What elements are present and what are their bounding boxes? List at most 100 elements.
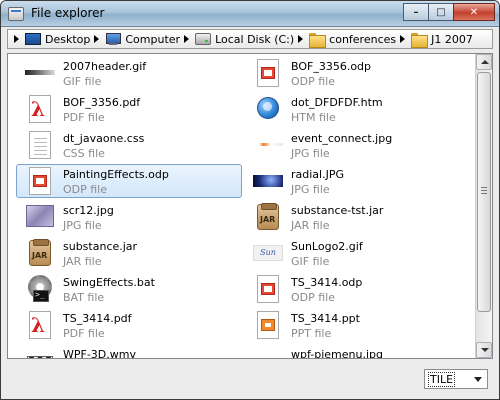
desktop-icon bbox=[25, 33, 41, 45]
file-type: JPG file bbox=[291, 183, 330, 196]
file-name: TS_3414.pdf bbox=[63, 312, 132, 325]
file-tile[interactable]: λ TS_3414.pdf PDF file bbox=[16, 308, 242, 342]
breadcrumb-separator-arrow[interactable] bbox=[94, 35, 100, 43]
file-name: radial.JPG bbox=[291, 168, 344, 181]
file-tile[interactable]: WPF-3D.wmv bbox=[16, 344, 242, 358]
minimize-button[interactable]: – bbox=[403, 3, 429, 21]
file-tile[interactable]: TS_3414.odp ODP file bbox=[244, 272, 470, 306]
ppt-icon bbox=[253, 310, 283, 340]
file-name: BOF_3356.pdf bbox=[63, 96, 141, 109]
scroll-down-button[interactable] bbox=[476, 342, 492, 358]
file-name: event_connect.jpg bbox=[291, 132, 393, 145]
odp-icon bbox=[25, 166, 55, 196]
file-grid: 2007header.gif GIF file BOF_3356.odp ODP… bbox=[8, 54, 476, 358]
folder-icon bbox=[309, 32, 327, 48]
file-tile[interactable]: radial.JPG JPG file bbox=[244, 164, 470, 198]
file-list-panel: 2007header.gif GIF file BOF_3356.odp ODP… bbox=[7, 53, 493, 359]
file-type: PPT file bbox=[291, 327, 332, 340]
pdf-icon: λ bbox=[25, 94, 55, 124]
file-tile[interactable]: dt_javaone.css CSS file bbox=[16, 128, 242, 162]
file-type: ODP file bbox=[63, 183, 108, 196]
jar-icon: JAR bbox=[253, 202, 283, 232]
file-type: GIF file bbox=[291, 255, 330, 268]
file-name: TS_3414.odp bbox=[291, 276, 363, 289]
disk-icon bbox=[195, 33, 212, 45]
window-title: File explorer bbox=[31, 6, 105, 20]
jpg-thumbnail-icon bbox=[253, 346, 283, 358]
breadcrumb-label: Local Disk (C:) bbox=[215, 32, 295, 46]
file-tile[interactable]: TS_3414.ppt PPT file bbox=[244, 308, 470, 342]
breadcrumb-computer[interactable]: Computer bbox=[105, 30, 180, 48]
file-tile[interactable]: event_connect.jpg JPG file bbox=[244, 128, 470, 162]
breadcrumb-separator-arrow[interactable] bbox=[298, 35, 304, 43]
breadcrumb-conferences[interactable]: conferences bbox=[309, 30, 396, 48]
file-name: 2007header.gif bbox=[63, 60, 147, 73]
file-name: substance-tst.jar bbox=[291, 204, 384, 217]
scroll-up-button[interactable] bbox=[476, 54, 492, 70]
file-type: HTM file bbox=[291, 111, 336, 124]
file-tile[interactable]: Sun SunLogo2.gif GIF file bbox=[244, 236, 470, 270]
file-type: JAR file bbox=[291, 219, 330, 232]
breadcrumb-separator-arrow[interactable] bbox=[400, 35, 406, 43]
file-type: JPG file bbox=[63, 219, 102, 232]
breadcrumb-separator-arrow[interactable] bbox=[184, 35, 190, 43]
maximize-button[interactable]: □ bbox=[428, 3, 454, 21]
gif-thumbnail-icon: Sun bbox=[253, 238, 283, 268]
wmv-icon bbox=[25, 346, 55, 358]
pdf-icon: λ bbox=[25, 310, 55, 340]
file-tile[interactable]: SwingEffects.bat BAT file bbox=[16, 272, 242, 306]
breadcrumb-local-disk[interactable]: Local Disk (C:) bbox=[195, 30, 294, 48]
view-mode-label: TILE bbox=[428, 371, 456, 387]
file-tile[interactable]: wpf-piemenu.jpg bbox=[244, 344, 470, 359]
jpg-thumbnail-icon bbox=[25, 202, 55, 232]
file-tile[interactable]: JAR substance-tst.jar JAR file bbox=[244, 200, 470, 234]
file-tile[interactable]: dot_DFDFDF.htm HTM file bbox=[244, 92, 470, 126]
chevron-down-icon[interactable] bbox=[469, 370, 487, 388]
gif-thumbnail-icon bbox=[25, 58, 55, 88]
app-window-icon bbox=[8, 7, 24, 21]
file-name: wpf-piemenu.jpg bbox=[291, 348, 383, 359]
file-type: GIF file bbox=[63, 75, 102, 88]
view-mode-value: TILE bbox=[425, 371, 469, 387]
bat-gear-icon bbox=[25, 274, 55, 304]
breadcrumb-root-arrow[interactable] bbox=[14, 35, 19, 43]
computer-icon bbox=[105, 32, 122, 46]
file-tile[interactable]: 2007header.gif GIF file bbox=[16, 56, 242, 90]
file-type: ODP file bbox=[291, 75, 336, 88]
jpg-thumbnail-icon bbox=[253, 130, 283, 160]
file-name: TS_3414.ppt bbox=[291, 312, 360, 325]
css-icon bbox=[25, 130, 55, 160]
file-explorer-window: File explorer – □ ✕ Desktop Computer Loc… bbox=[0, 0, 500, 400]
file-name: BOF_3356.odp bbox=[291, 60, 372, 73]
file-type: ODP file bbox=[291, 291, 336, 304]
file-type: PDF file bbox=[63, 111, 105, 124]
file-name: scr12.jpg bbox=[63, 204, 114, 217]
vertical-scrollbar[interactable] bbox=[475, 54, 492, 358]
view-mode-select[interactable]: TILE bbox=[424, 369, 488, 389]
breadcrumb: Desktop Computer Local Disk (C:) confere… bbox=[7, 29, 493, 49]
breadcrumb-j1-2007[interactable]: J1 2007 bbox=[411, 30, 473, 48]
scrollbar-thumb[interactable] bbox=[477, 72, 491, 312]
odp-icon bbox=[253, 274, 283, 304]
breadcrumb-desktop[interactable]: Desktop bbox=[25, 30, 90, 48]
breadcrumb-label: Desktop bbox=[45, 32, 91, 46]
file-type: PDF file bbox=[63, 327, 105, 340]
file-name: PaintingEffects.odp bbox=[63, 168, 169, 181]
file-name: dt_javaone.css bbox=[63, 132, 145, 145]
close-button[interactable]: ✕ bbox=[453, 3, 495, 21]
window-controls: – □ ✕ bbox=[403, 3, 495, 21]
file-tile[interactable]: scr12.jpg JPG file bbox=[16, 200, 242, 234]
file-type: CSS file bbox=[63, 147, 105, 160]
file-name: dot_DFDFDF.htm bbox=[291, 96, 383, 109]
odp-icon bbox=[253, 58, 283, 88]
file-tile[interactable]: JAR substance.jar JAR file bbox=[16, 236, 242, 270]
jpg-thumbnail-icon bbox=[253, 166, 283, 196]
file-tile[interactable]: λ BOF_3356.pdf PDF file bbox=[16, 92, 242, 126]
title-bar[interactable]: File explorer – □ ✕ bbox=[1, 1, 499, 27]
file-tile-selected[interactable]: PaintingEffects.odp ODP file bbox=[16, 164, 242, 198]
html-globe-icon bbox=[253, 94, 283, 124]
file-tile[interactable]: BOF_3356.odp ODP file bbox=[244, 56, 470, 90]
breadcrumb-label: J1 2007 bbox=[431, 32, 473, 46]
jar-icon: JAR bbox=[25, 238, 55, 268]
file-type: BAT file bbox=[63, 291, 105, 304]
